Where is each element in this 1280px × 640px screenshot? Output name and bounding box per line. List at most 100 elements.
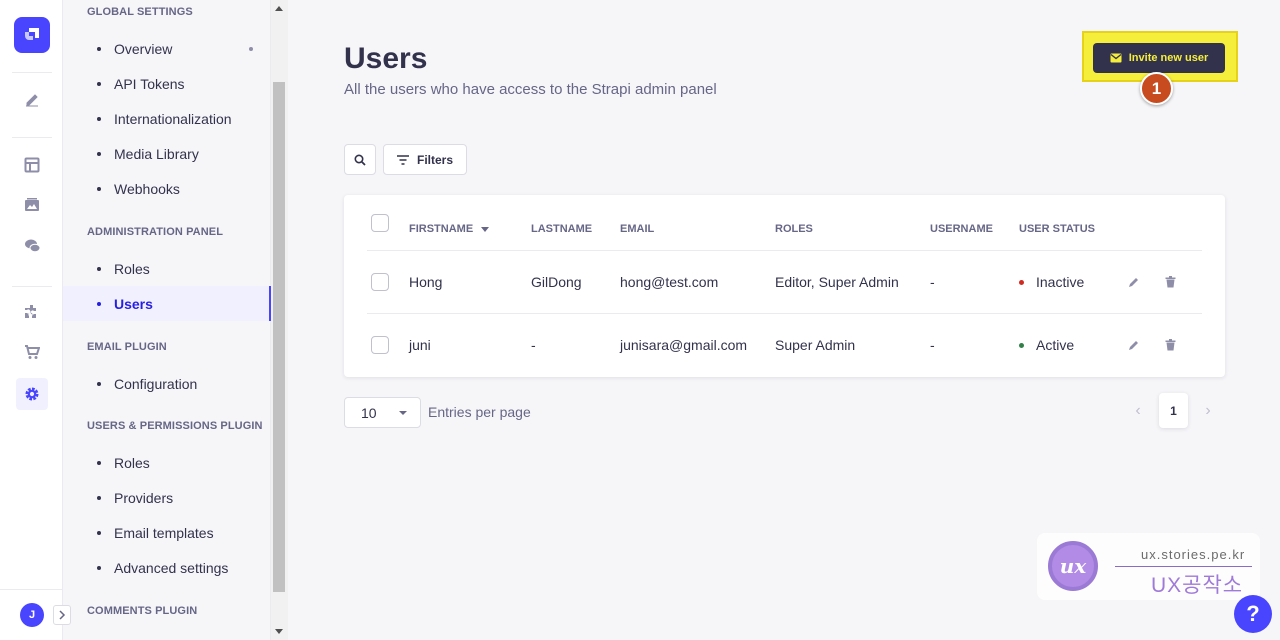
entries-per-page-select[interactable]: 10 bbox=[344, 397, 421, 428]
edit-pencil-icon[interactable] bbox=[1126, 274, 1142, 290]
cell-username: - bbox=[930, 337, 935, 353]
subnav-item-providers[interactable]: Providers bbox=[63, 480, 271, 515]
bullet-icon bbox=[97, 81, 101, 86]
content-manager-icon[interactable] bbox=[16, 84, 48, 116]
column-header-lastname[interactable]: LASTNAME bbox=[531, 223, 592, 235]
status-badge: Active bbox=[1019, 337, 1074, 353]
sort-desc-icon[interactable] bbox=[481, 226, 490, 232]
settings-icon[interactable] bbox=[16, 378, 48, 410]
search-icon bbox=[354, 153, 366, 166]
row-checkbox[interactable] bbox=[371, 336, 389, 354]
help-button[interactable]: ? bbox=[1234, 595, 1272, 633]
cell-lastname: GilDong bbox=[531, 274, 582, 290]
cell-firstname: juni bbox=[409, 337, 431, 353]
delete-trash-icon[interactable] bbox=[1162, 274, 1178, 290]
subnav-item-label: Email templates bbox=[114, 524, 214, 541]
invite-new-user-button[interactable]: Invite new user bbox=[1093, 43, 1225, 73]
status-dot-icon bbox=[1019, 279, 1024, 285]
subnav-item-label: Users bbox=[114, 295, 153, 312]
row-divider bbox=[367, 250, 1202, 251]
column-header-label: FIRSTNAME bbox=[409, 223, 474, 235]
user-avatar[interactable]: J bbox=[20, 603, 44, 627]
cell-roles: Super Admin bbox=[775, 337, 856, 353]
bullet-icon bbox=[97, 565, 101, 570]
column-header-email[interactable]: EMAIL bbox=[620, 223, 654, 235]
subnav-item-label: Media Library bbox=[114, 145, 199, 162]
status-badge: Inactive bbox=[1019, 274, 1084, 290]
rail-divider bbox=[12, 72, 52, 73]
subnav-item-webhooks[interactable]: Webhooks bbox=[63, 171, 271, 206]
subnav-item-label: Advanced settings bbox=[114, 559, 229, 576]
marketplace-icon[interactable] bbox=[16, 336, 48, 368]
filters-label: Filters bbox=[416, 152, 453, 167]
previous-page-chevron-icon[interactable]: ‹ bbox=[1130, 401, 1146, 421]
watermark-url: ux.stories.pe.kr bbox=[1141, 547, 1246, 562]
subnav-item-up-roles[interactable]: Roles bbox=[63, 445, 271, 480]
subnav-item-label: Roles bbox=[114, 260, 150, 277]
media-library-icon[interactable] bbox=[16, 189, 48, 221]
rail-divider bbox=[0, 589, 63, 590]
nav-group-title: EMAIL PLUGIN bbox=[87, 341, 167, 353]
settings-subnav: GLOBAL SETTINGS Overview API Tokens Inte… bbox=[63, 0, 271, 640]
filters-button[interactable]: Filters bbox=[383, 144, 467, 175]
row-divider bbox=[367, 313, 1202, 314]
subnav-item-configuration[interactable]: Configuration bbox=[63, 366, 271, 401]
nav-group-title: ADMINISTRATION PANEL bbox=[87, 226, 224, 238]
subnav-item-roles[interactable]: Roles bbox=[63, 251, 271, 286]
row-checkbox[interactable] bbox=[371, 273, 389, 291]
bullet-icon bbox=[97, 116, 101, 121]
scroll-down-arrow-icon[interactable] bbox=[275, 629, 283, 634]
subnav-item-email-templates[interactable]: Email templates bbox=[63, 515, 271, 550]
nav-group-title: USERS & PERMISSIONS PLUGIN bbox=[87, 420, 263, 432]
subnav-item-users[interactable]: Users bbox=[63, 286, 271, 321]
chevron-down-icon bbox=[399, 411, 407, 415]
select-all-checkbox[interactable] bbox=[371, 214, 389, 232]
per-page-label: Entries per page bbox=[428, 404, 531, 420]
bullet-icon bbox=[97, 186, 101, 191]
subnav-item-overview[interactable]: Overview bbox=[63, 31, 271, 66]
bullet-icon bbox=[97, 151, 101, 156]
subnav-item-advanced-settings[interactable]: Advanced settings bbox=[63, 550, 271, 585]
column-header-username[interactable]: USERNAME bbox=[930, 223, 993, 235]
bullet-icon bbox=[97, 266, 101, 271]
scrollbar-thumb[interactable] bbox=[273, 82, 285, 592]
strapi-logo-icon[interactable] bbox=[14, 17, 50, 53]
edit-pencil-icon[interactable] bbox=[1126, 337, 1142, 353]
next-page-chevron-icon[interactable]: › bbox=[1200, 401, 1216, 421]
cell-roles: Editor, Super Admin bbox=[775, 274, 899, 290]
column-header-user-status: USER STATUS bbox=[1019, 223, 1095, 235]
page-title: Users bbox=[344, 42, 428, 75]
subnav-item-label: Providers bbox=[114, 489, 174, 506]
cell-firstname: Hong bbox=[409, 274, 443, 290]
collapse-nav-button[interactable] bbox=[53, 605, 71, 625]
subnav-item-media-library[interactable]: Media Library bbox=[63, 136, 271, 171]
subnav-item-label: Roles bbox=[114, 454, 150, 471]
ux-logo-icon: ux bbox=[1048, 541, 1098, 591]
subnav-scrollbar[interactable] bbox=[271, 0, 288, 640]
rail-divider bbox=[12, 286, 52, 287]
plugins-icon[interactable] bbox=[16, 296, 48, 328]
watermark-brand: UX공작소 bbox=[1151, 574, 1244, 597]
update-dot-icon bbox=[249, 46, 253, 51]
subnav-item-api-tokens[interactable]: API Tokens bbox=[63, 66, 271, 101]
delete-trash-icon[interactable] bbox=[1162, 337, 1178, 353]
column-header-firstname[interactable]: FIRSTNAME bbox=[409, 223, 490, 235]
scroll-up-arrow-icon[interactable] bbox=[275, 6, 283, 11]
subnav-item-label: API Tokens bbox=[114, 75, 185, 92]
bullet-icon bbox=[97, 530, 101, 535]
page-button[interactable]: 1 bbox=[1159, 393, 1188, 428]
search-button[interactable] bbox=[344, 144, 376, 175]
status-label: Inactive bbox=[1036, 274, 1085, 290]
bullet-icon bbox=[97, 381, 101, 386]
subnav-item-internationalization[interactable]: Internationalization bbox=[63, 101, 271, 136]
content-type-builder-icon[interactable] bbox=[16, 149, 48, 181]
cell-email: junisara@gmail.com bbox=[620, 337, 748, 353]
status-label: Active bbox=[1036, 337, 1075, 353]
subnav-item-label: Overview bbox=[114, 40, 173, 57]
subnav-item-label: Configuration bbox=[114, 375, 198, 392]
comments-icon[interactable] bbox=[16, 230, 48, 262]
bullet-icon bbox=[97, 46, 101, 51]
step-number-badge: 1 bbox=[1140, 72, 1173, 105]
column-header-roles: ROLES bbox=[775, 223, 813, 235]
status-dot-icon bbox=[1019, 342, 1024, 348]
